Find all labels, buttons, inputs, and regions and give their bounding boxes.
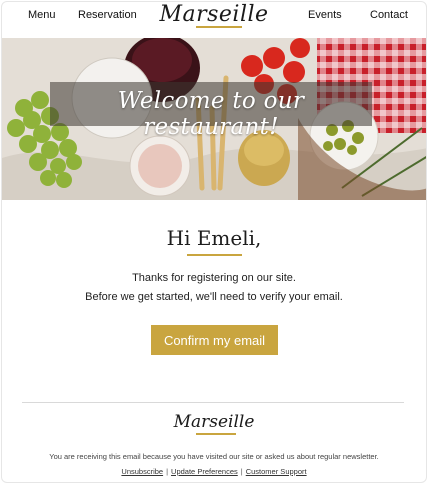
brand-logo[interactable]: Marseille xyxy=(2,2,426,27)
top-nav: Menu Reservation Marseille Events Contac… xyxy=(2,2,426,38)
footer-divider xyxy=(22,402,404,403)
hero-banner: Welcome to our restaurant! xyxy=(2,38,426,200)
unsubscribe-link[interactable]: Unsubscribe xyxy=(121,467,163,476)
greeting-underline xyxy=(187,254,242,256)
message-line-1: Thanks for registering on our site. xyxy=(132,272,296,284)
customer-support-link[interactable]: Customer Support xyxy=(246,467,307,476)
footer-separator: | xyxy=(240,467,243,476)
confirm-email-button[interactable]: Confirm my email xyxy=(151,325,278,355)
nav-events-link[interactable]: Events xyxy=(308,9,342,21)
footer-note: You are receiving this email because you… xyxy=(49,452,379,461)
footer-links: Unsubscribe | Update Preferences | Customer … xyxy=(2,467,426,476)
message-line-2: Before we get started, we'll need to ver… xyxy=(85,291,343,303)
footer-brand-underline xyxy=(196,433,236,435)
footer-brand-logo: Marseille xyxy=(173,412,255,432)
nav-contact-link[interactable]: Contact xyxy=(370,9,408,21)
email-page: Menu Reservation Marseille Events Contac… xyxy=(1,1,427,483)
greeting-heading: Hi Emeli, xyxy=(166,226,262,250)
brand-underline xyxy=(196,26,242,28)
update-preferences-link[interactable]: Update Preferences xyxy=(171,467,238,476)
footer-separator: | xyxy=(166,467,169,476)
hero-title: Welcome to our restaurant! xyxy=(117,88,305,140)
